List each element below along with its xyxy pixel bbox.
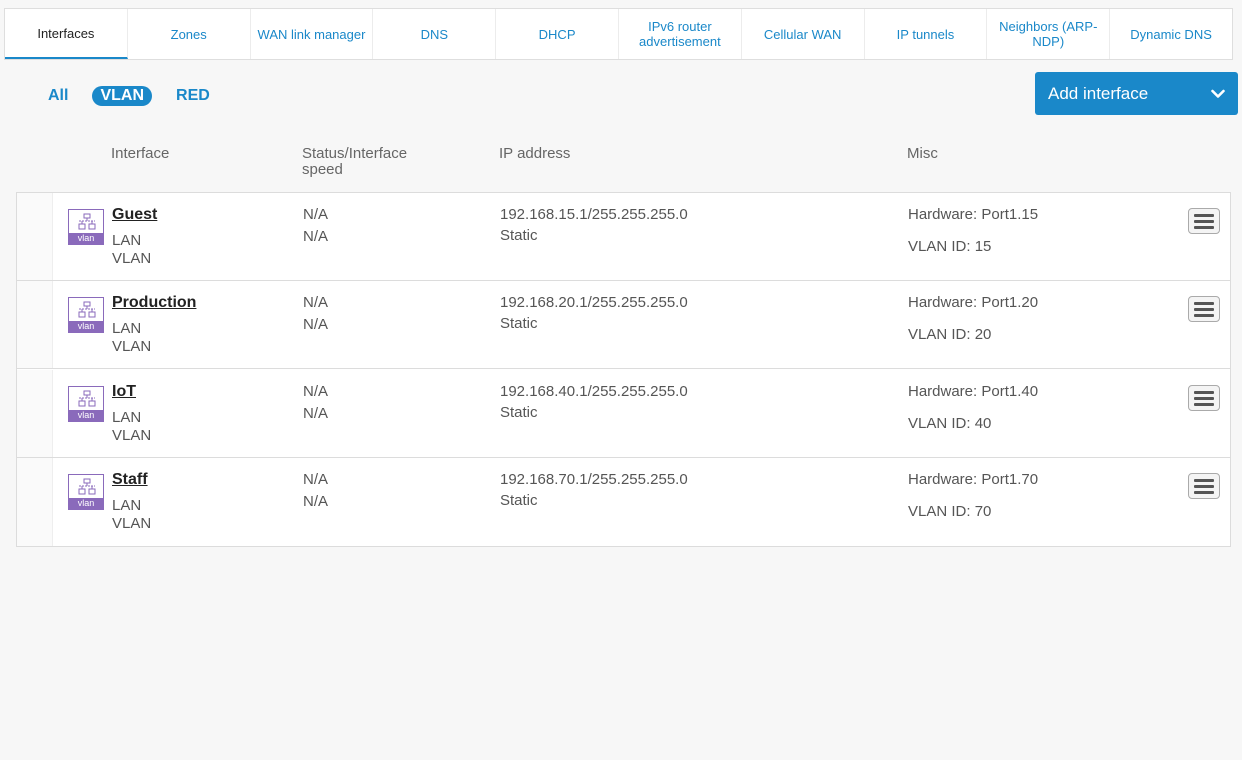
vlan-id-info: VLAN ID: 40 [908, 415, 991, 432]
filter-all[interactable]: All [40, 86, 76, 106]
chevron-down-icon [1210, 86, 1226, 102]
interface-speed: N/A [303, 405, 329, 422]
interface-name-link[interactable]: Guest [112, 206, 157, 224]
vlan-icon-label: vlan [69, 410, 103, 421]
filter-vlan[interactable]: VLAN [92, 86, 153, 106]
hardware-value: Port1.40 [981, 383, 1039, 400]
interface-type: VLAN [112, 250, 152, 267]
table-row: vlan IoT LAN VLAN N/A N/A 192.168.40.1/2… [17, 370, 1230, 458]
row-menu-button[interactable] [1188, 385, 1220, 411]
tab-wan-link-manager[interactable]: WAN link manager [251, 9, 374, 59]
vlan-id-info: VLAN ID: 20 [908, 326, 991, 343]
interface-zone: LAN [112, 320, 142, 337]
vlan-icon: vlan [68, 474, 104, 510]
vlan-id-label: VLAN ID: [908, 415, 971, 432]
row-gutter [17, 458, 53, 546]
ip-address: 192.168.70.1/255.255.255.0 [500, 471, 688, 488]
vlan-icon: vlan [68, 209, 104, 245]
hardware-value: Port1.70 [981, 471, 1039, 488]
interface-type: VLAN [112, 515, 152, 532]
interface-status: N/A [303, 383, 329, 400]
interface-speed: N/A [303, 316, 329, 333]
row-menu-button[interactable] [1188, 208, 1220, 234]
tab-dhcp[interactable]: DHCP [496, 9, 619, 59]
vlan-icon-label: vlan [69, 233, 103, 244]
tab-neighbors[interactable]: Neighbors (ARP-NDP) [987, 9, 1111, 59]
row-gutter [17, 281, 53, 368]
hardware-label: Hardware: [908, 206, 978, 223]
tab-dns[interactable]: DNS [373, 9, 497, 59]
hardware-info: Hardware: Port1.70 [908, 471, 1038, 488]
add-interface-label: Add interface [1048, 83, 1149, 103]
table-row: vlan Staff LAN VLAN N/A N/A 192.168.70.1… [17, 458, 1230, 546]
column-header-status: Status/Interface speed [302, 145, 408, 178]
tab-zones[interactable]: Zones [128, 9, 251, 59]
tab-bar: Interfaces Zones WAN link manager DNS DH… [4, 8, 1233, 60]
ip-address: 192.168.15.1/255.255.255.0 [500, 206, 688, 223]
hardware-label: Hardware: [908, 471, 978, 488]
hamburger-icon [1194, 301, 1214, 305]
ip-address: 192.168.20.1/255.255.255.0 [500, 294, 688, 311]
interface-status: N/A [303, 206, 329, 223]
interface-name-link[interactable]: Staff [112, 471, 148, 489]
tab-cellular-wan[interactable]: Cellular WAN [742, 9, 865, 59]
hardware-info: Hardware: Port1.15 [908, 206, 1038, 223]
filter-red[interactable]: RED [168, 86, 218, 106]
interface-name-link[interactable]: IoT [112, 383, 136, 401]
tab-ip-tunnels[interactable]: IP tunnels [865, 9, 988, 59]
tab-dynamic-dns[interactable]: Dynamic DNS [1110, 9, 1232, 59]
column-header-interface: Interface [111, 145, 170, 162]
vlan-id-value: 40 [974, 415, 992, 432]
hamburger-icon [1194, 390, 1214, 394]
interface-speed: N/A [303, 228, 329, 245]
hamburger-icon [1194, 478, 1214, 482]
vlan-id-label: VLAN ID: [908, 503, 971, 520]
hardware-info: Hardware: Port1.20 [908, 294, 1038, 311]
interface-status: N/A [303, 294, 329, 311]
ip-address: 192.168.40.1/255.255.255.0 [500, 383, 688, 400]
interfaces-table: vlan Guest LAN VLAN N/A N/A 192.168.15.1… [16, 192, 1231, 547]
ip-assignment-mode: Static [500, 315, 538, 332]
vlan-id-value: 15 [974, 238, 992, 255]
add-interface-button[interactable]: Add interface [1035, 72, 1238, 115]
vlan-id-info: VLAN ID: 70 [908, 503, 991, 520]
hamburger-icon [1194, 213, 1214, 217]
interface-type: VLAN [112, 427, 152, 444]
row-menu-button[interactable] [1188, 473, 1220, 499]
table-row: vlan Guest LAN VLAN N/A N/A 192.168.15.1… [17, 193, 1230, 281]
filter-group: All VLAN RED [40, 86, 234, 106]
tab-ipv6-router-advertisement[interactable]: IPv6 router advertisement [619, 9, 742, 59]
vlan-icon: vlan [68, 297, 104, 333]
vlan-id-value: 70 [974, 503, 992, 520]
vlan-id-info: VLAN ID: 15 [908, 238, 991, 255]
interface-speed: N/A [303, 493, 329, 510]
interface-type: VLAN [112, 338, 152, 355]
column-header-ip: IP address [499, 145, 571, 162]
row-gutter [17, 370, 53, 457]
hardware-label: Hardware: [908, 294, 978, 311]
interface-zone: LAN [112, 497, 142, 514]
ip-assignment-mode: Static [500, 492, 538, 509]
interface-status: N/A [303, 471, 329, 488]
ip-assignment-mode: Static [500, 227, 538, 244]
vlan-id-value: 20 [974, 326, 992, 343]
vlan-icon-label: vlan [69, 498, 103, 509]
row-menu-button[interactable] [1188, 296, 1220, 322]
interface-zone: LAN [112, 232, 142, 249]
column-header-misc: Misc [907, 145, 938, 162]
vlan-id-label: VLAN ID: [908, 326, 971, 343]
vlan-id-label: VLAN ID: [908, 238, 971, 255]
table-row: vlan Production LAN VLAN N/A N/A 192.168… [17, 281, 1230, 369]
vlan-icon: vlan [68, 386, 104, 422]
interface-zone: LAN [112, 409, 142, 426]
hardware-value: Port1.15 [981, 206, 1039, 223]
ip-assignment-mode: Static [500, 404, 538, 421]
row-gutter [17, 193, 53, 280]
hardware-value: Port1.20 [981, 294, 1039, 311]
hardware-label: Hardware: [908, 383, 978, 400]
vlan-icon-label: vlan [69, 321, 103, 332]
interface-name-link[interactable]: Production [112, 294, 196, 312]
hardware-info: Hardware: Port1.40 [908, 383, 1038, 400]
tab-interfaces[interactable]: Interfaces [5, 9, 128, 59]
